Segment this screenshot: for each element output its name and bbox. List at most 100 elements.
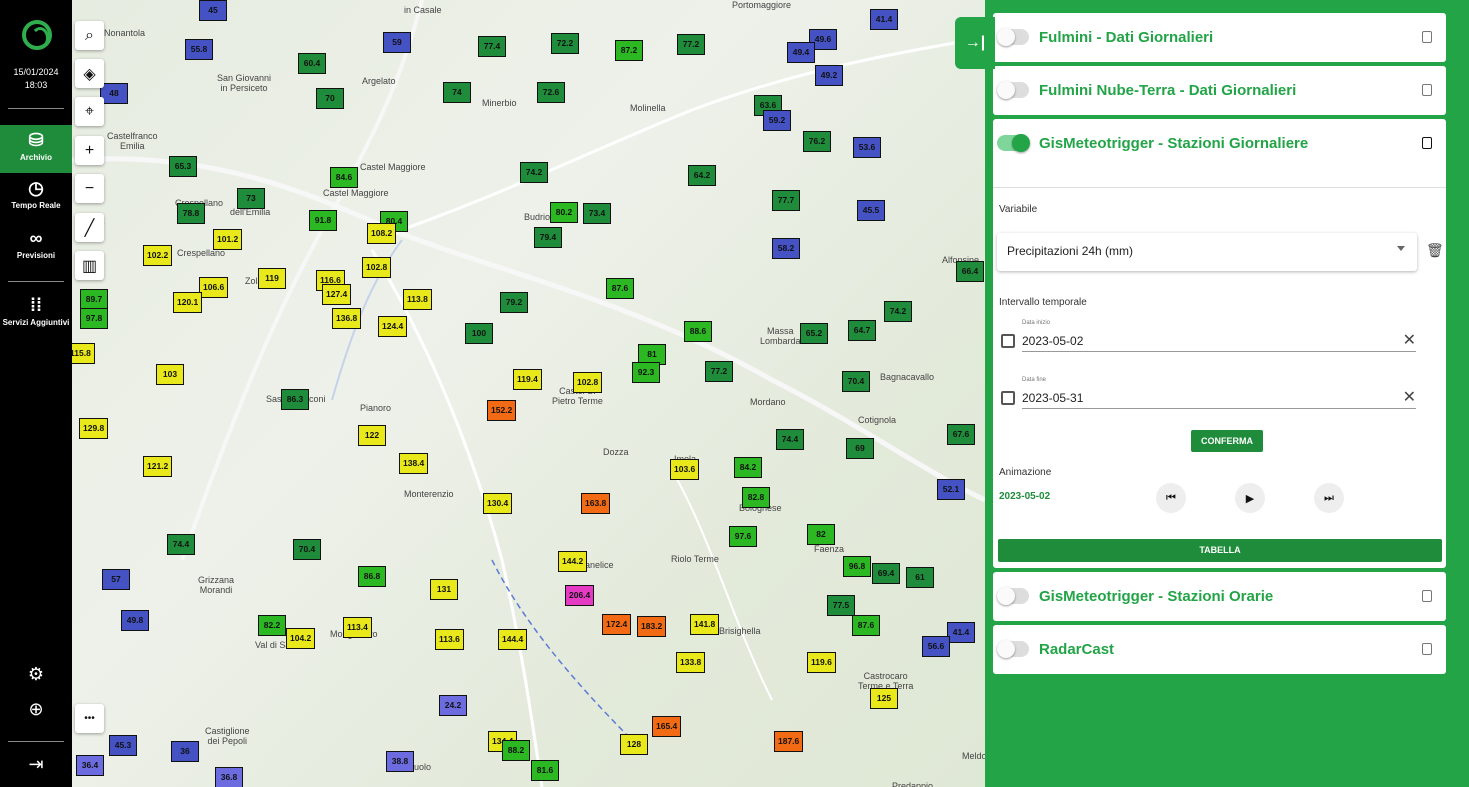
station-marker[interactable]: 87.6 xyxy=(606,278,634,299)
station-marker[interactable]: 77.4 xyxy=(478,36,506,57)
station-marker[interactable]: 108.2 xyxy=(367,223,397,244)
app-logo[interactable] xyxy=(22,20,52,50)
station-marker[interactable]: 119.4 xyxy=(513,369,542,390)
station-marker[interactable]: 141.8 xyxy=(690,614,720,635)
station-marker[interactable]: 56.6 xyxy=(922,636,950,657)
station-marker[interactable]: 52.1 xyxy=(937,479,965,500)
station-marker[interactable]: 131 xyxy=(430,579,458,600)
zoom-in-button[interactable]: + xyxy=(75,136,104,165)
layer-toggle[interactable] xyxy=(997,134,1030,152)
station-marker[interactable]: 133.8 xyxy=(676,652,706,673)
more-tools-button[interactable]: ••• xyxy=(75,704,104,733)
station-marker[interactable]: 128 xyxy=(620,734,648,755)
station-marker[interactable]: 136.8 xyxy=(332,308,362,329)
layer-toggle[interactable] xyxy=(997,640,1029,658)
station-marker[interactable]: 103 xyxy=(156,364,184,385)
station-marker[interactable]: 172.4 xyxy=(602,614,632,635)
station-marker[interactable]: 57 xyxy=(102,569,130,590)
station-marker[interactable]: 77.2 xyxy=(677,34,705,55)
station-marker[interactable]: 74.2 xyxy=(884,301,912,322)
station-marker[interactable]: 81.6 xyxy=(531,760,559,781)
station-marker[interactable]: 36.4 xyxy=(76,755,104,776)
station-marker[interactable]: 84.6 xyxy=(330,167,358,188)
station-marker[interactable]: 77.5 xyxy=(827,595,855,616)
station-marker[interactable]: 121.2 xyxy=(143,456,173,477)
station-marker[interactable]: 89.7 xyxy=(80,289,108,310)
station-marker[interactable]: 60.4 xyxy=(298,53,326,74)
station-marker[interactable]: 165.4 xyxy=(652,716,682,737)
station-marker[interactable]: 77.7 xyxy=(772,190,800,211)
search-tool-button[interactable]: ⌕ xyxy=(75,21,104,50)
station-marker[interactable]: 96.8 xyxy=(843,556,871,577)
station-marker[interactable]: 113.4 xyxy=(343,617,372,638)
station-marker[interactable]: 38.8 xyxy=(386,751,414,772)
station-marker[interactable]: 36.8 xyxy=(215,767,243,787)
station-marker[interactable]: 84.2 xyxy=(734,457,762,478)
station-marker[interactable]: 163.8 xyxy=(581,493,611,514)
station-marker[interactable]: 82.2 xyxy=(258,615,286,636)
station-marker[interactable]: 88.6 xyxy=(684,321,712,342)
layer-toggle[interactable] xyxy=(997,28,1029,46)
station-marker[interactable]: 73.4 xyxy=(583,203,611,224)
station-marker[interactable]: 65.3 xyxy=(169,156,197,177)
layer-toggle[interactable] xyxy=(997,587,1029,605)
station-marker[interactable]: 77.2 xyxy=(705,361,733,382)
station-marker[interactable]: 65.2 xyxy=(800,323,828,344)
zoom-out-button[interactable]: − xyxy=(75,174,104,203)
station-marker[interactable]: 66.4 xyxy=(956,261,984,282)
station-marker[interactable]: 79.2 xyxy=(500,292,528,313)
station-marker[interactable]: 55.8 xyxy=(185,39,213,60)
station-marker[interactable]: 59.2 xyxy=(763,110,791,131)
station-marker[interactable]: 45.5 xyxy=(857,200,885,221)
station-marker[interactable]: 73 xyxy=(237,188,265,209)
calendar-icon[interactable] xyxy=(1001,391,1015,405)
calendar-icon[interactable] xyxy=(1001,334,1015,348)
station-marker[interactable]: 69.4 xyxy=(872,563,900,584)
document-icon[interactable] xyxy=(1422,84,1432,96)
ruler-tool-button[interactable]: ╱ xyxy=(75,213,104,242)
station-marker[interactable]: 104.2 xyxy=(286,628,316,649)
station-marker[interactable]: 45.3 xyxy=(109,735,137,756)
station-marker[interactable]: 76.2 xyxy=(803,131,831,152)
station-marker[interactable]: 115.8 xyxy=(72,343,95,364)
station-marker[interactable]: 125 xyxy=(870,688,898,709)
station-marker[interactable]: 67.6 xyxy=(947,424,975,445)
clear-icon[interactable]: ✕ xyxy=(1403,330,1416,350)
station-marker[interactable]: 58.2 xyxy=(772,238,800,259)
settings-icon[interactable]: ⚙ xyxy=(0,664,72,685)
station-marker[interactable]: 100 xyxy=(465,323,493,344)
station-marker[interactable]: 101.2 xyxy=(213,229,243,250)
locate-tool-button[interactable]: ⌖ xyxy=(75,97,104,126)
nav-servizi-aggiuntivi[interactable]: ⁞⁞ Servizi Aggiuntivi xyxy=(0,294,72,338)
station-marker[interactable]: 74.2 xyxy=(520,162,548,183)
station-marker[interactable]: 49.2 xyxy=(815,65,843,86)
station-marker[interactable]: 74.4 xyxy=(776,429,804,450)
station-marker[interactable]: 102.8 xyxy=(573,372,603,393)
station-marker[interactable]: 88.2 xyxy=(502,740,530,761)
station-marker[interactable]: 127.4 xyxy=(322,284,352,305)
nav-previsioni[interactable]: ∞ Previsioni xyxy=(0,227,72,271)
nav-archivio[interactable]: ⛁ Archivio xyxy=(0,125,72,173)
nav-tempo-reale[interactable]: ◷ Tempo Reale xyxy=(0,177,72,221)
play-button[interactable]: ▶ xyxy=(1235,483,1265,513)
station-marker[interactable]: 64.7 xyxy=(848,320,876,341)
station-marker[interactable]: 97.6 xyxy=(729,526,757,547)
station-marker[interactable]: 72.6 xyxy=(537,82,565,103)
document-icon[interactable] xyxy=(1422,31,1432,43)
variabile-select[interactable]: Precipitazioni 24h (mm) xyxy=(997,233,1417,271)
station-marker[interactable]: 120.1 xyxy=(173,292,203,313)
station-marker[interactable]: 86.8 xyxy=(358,566,386,587)
station-marker[interactable]: 36 xyxy=(171,741,199,762)
station-marker[interactable]: 152.2 xyxy=(487,400,517,421)
logout-icon[interactable]: ⇥ xyxy=(0,754,72,775)
station-marker[interactable]: 122 xyxy=(358,425,386,446)
station-marker[interactable]: 70 xyxy=(316,88,344,109)
document-icon[interactable] xyxy=(1422,590,1432,602)
station-marker[interactable]: 70.4 xyxy=(293,539,321,560)
skip-back-button[interactable]: ⏮ xyxy=(1156,483,1186,513)
station-marker[interactable]: 78.8 xyxy=(177,203,205,224)
station-marker[interactable]: 113.6 xyxy=(435,629,464,650)
station-marker[interactable]: 91.8 xyxy=(309,210,337,231)
station-marker[interactable]: 48 xyxy=(100,83,128,104)
station-marker[interactable]: 103.6 xyxy=(670,459,700,480)
